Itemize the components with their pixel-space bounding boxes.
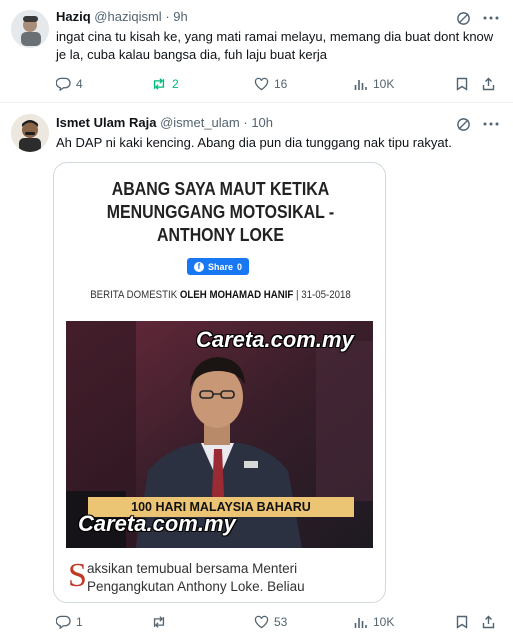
separator: · <box>165 9 170 24</box>
news-photo: Careta.com.my 100 HARI MALAYSIA BAHARU C… <box>66 321 373 548</box>
reply-count: 1 <box>76 615 83 629</box>
repost-icon <box>151 77 167 91</box>
caption-line: Pengangkutan Anthony Loke. Beliau <box>87 579 305 594</box>
media-image[interactable]: ABANG SAYA MAUT KETIKA MENUNGGANG MOTOSI… <box>53 162 386 603</box>
bookmark-button[interactable] <box>456 612 468 632</box>
user-name[interactable]: Ismet Ulam Raja <box>56 115 156 130</box>
tweet-top-actions <box>455 10 499 26</box>
avatar[interactable] <box>11 114 49 152</box>
bookmark-button[interactable] <box>456 74 468 94</box>
views-icon <box>354 616 368 629</box>
byline-section: BERITA DOMESTIK <box>90 289 178 301</box>
share-count: 0 <box>237 261 243 272</box>
like-button[interactable]: 16 <box>254 74 287 94</box>
grok-icon[interactable] <box>455 10 471 26</box>
reply-count: 4 <box>76 77 83 91</box>
facebook-icon: f <box>193 261 204 272</box>
tweet-text: Ah DAP ni kaki kencing. Abang dia pun di… <box>56 135 452 150</box>
user-handle[interactable]: @ismet_ulam <box>160 115 240 130</box>
share-icon <box>482 615 495 629</box>
reply-icon <box>56 615 71 629</box>
watermark: Careta.com.my <box>196 327 354 352</box>
byline-separator: | <box>296 289 299 301</box>
user-name[interactable]: Haziq <box>56 9 91 24</box>
watermark: Careta.com.my <box>78 511 236 536</box>
more-icon[interactable] <box>483 116 499 132</box>
article-byline: BERITA DOMESTIK OLEH MOHAMAD HANIF | 31-… <box>81 289 360 301</box>
bookmark-icon <box>456 77 468 91</box>
caption-line: aksikan temubual bersama Menteri <box>87 561 298 576</box>
timestamp[interactable]: 10h <box>251 115 273 130</box>
tweet-actions: 1 53 10K <box>56 612 496 632</box>
tweet-text: ingat cina tu kisah ke, yang mati ramai … <box>56 29 494 62</box>
avatar[interactable] <box>11 10 49 48</box>
grok-icon[interactable] <box>455 116 471 132</box>
article-headline: ABANG SAYA MAUT KETIKA MENUNGGANG MOTOSI… <box>106 178 335 245</box>
share-button[interactable] <box>482 612 495 632</box>
tweet-top-actions <box>455 116 499 132</box>
like-button[interactable]: 53 <box>254 612 287 632</box>
tweet-actions: 4 2 16 10K <box>56 74 496 94</box>
share-button[interactable] <box>482 74 495 94</box>
repost-count: 2 <box>172 77 179 91</box>
reply-icon <box>56 77 71 91</box>
bookmark-icon <box>456 615 468 629</box>
share-icon <box>482 77 495 91</box>
repost-button[interactable]: 2 <box>151 74 179 94</box>
article-caption: S aksikan temubual bersama Menteri Penga… <box>68 557 378 596</box>
views-count: 10K <box>373 615 395 629</box>
like-icon <box>254 615 269 629</box>
views-button[interactable]: 10K <box>354 74 394 94</box>
tweet-header: Haziq @haziqisml · 9h <box>56 8 188 26</box>
facebook-share-button: f Share 0 <box>187 258 249 275</box>
like-count: 16 <box>274 77 288 91</box>
repost-icon <box>151 615 167 629</box>
repost-button[interactable] <box>151 612 172 632</box>
views-button[interactable]: 10K <box>354 612 394 632</box>
reply-button[interactable]: 1 <box>56 612 83 632</box>
like-icon <box>254 77 269 91</box>
views-count: 10K <box>373 77 395 91</box>
tweet[interactable]: Ismet Ulam Raja @ismet_ulam · 10h Ah DAP… <box>0 104 513 632</box>
timestamp[interactable]: 9h <box>173 9 187 24</box>
separator: · <box>243 115 248 130</box>
like-count: 53 <box>274 615 288 629</box>
drop-cap: S <box>68 557 87 594</box>
byline-date: 31-05-2018 <box>301 289 351 301</box>
tweet[interactable]: Haziq @haziqisml · 9h ingat cina tu kisa… <box>0 0 513 103</box>
more-icon[interactable] <box>483 10 499 26</box>
share-label: Share <box>207 261 233 272</box>
views-icon <box>354 78 368 91</box>
byline-author: OLEH MOHAMAD HANIF <box>179 289 294 301</box>
reply-button[interactable]: 4 <box>56 74 83 94</box>
tweet-header: Ismet Ulam Raja @ismet_ulam · 10h <box>56 114 273 132</box>
user-handle[interactable]: @haziqisml <box>94 9 161 24</box>
